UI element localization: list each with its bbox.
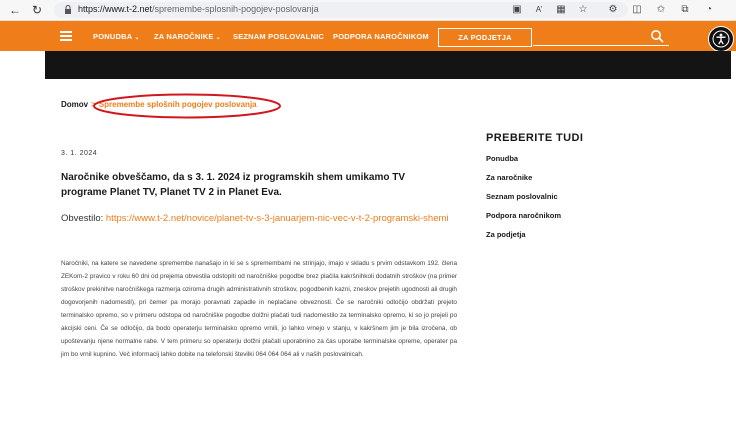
- refresh-icon[interactable]: ↻: [30, 3, 44, 17]
- chevron-down-icon: ⌄: [215, 35, 221, 41]
- nav-za-narocnike[interactable]: ZA NAROČNIKE ⌄: [154, 32, 221, 41]
- sidebar-link-seznam-poslovalnic[interactable]: Seznam poslovalnic: [486, 192, 558, 201]
- lock-icon[interactable]: [64, 5, 72, 14]
- extensions-icon[interactable]: ⚙: [606, 3, 620, 17]
- read-aloud-icon[interactable]: A’: [532, 3, 546, 17]
- notice-label: Obvestilo:: [61, 213, 104, 224]
- post-date: 3. 1. 2024: [61, 150, 98, 157]
- nav-podpora-narocnikom[interactable]: PODPORA NAROČNIKOM: [333, 32, 429, 41]
- article-title: Naročnike obveščamo, da s 3. 1. 2024 iz …: [61, 172, 406, 198]
- sidebar-link-ponudba[interactable]: Ponudba: [486, 154, 518, 163]
- nav-ponudba[interactable]: PONUDBA ⌄: [93, 32, 140, 41]
- chevron-down-icon: ⌄: [134, 35, 140, 41]
- za-podjetja-button[interactable]: ZA PODJETJA: [438, 28, 532, 47]
- site-permissions-icon[interactable]: ▣: [510, 3, 524, 17]
- favorite-star-icon[interactable]: ☆: [576, 3, 590, 17]
- hamburger-menu-icon[interactable]: [60, 31, 72, 41]
- split-screen-icon[interactable]: ◫: [630, 3, 644, 17]
- site-header: PONUDBA ⌄ ZA NAROČNIKE ⌄ SEZNAM POSLOVALNI…: [0, 21, 736, 51]
- search-icon[interactable]: [650, 29, 664, 43]
- highlight-ellipse: [93, 93, 281, 119]
- sidebar-link-podpora-narocnikom[interactable]: Podpora naročnikom: [486, 211, 561, 220]
- sidebar-title: PREBERITE TUDI: [486, 132, 584, 144]
- breadcrumb-home[interactable]: Domov: [61, 100, 88, 109]
- profile-icon[interactable]: ◔: [702, 3, 716, 17]
- article-body: Naročniki, na katere se navedene spremem…: [61, 260, 457, 359]
- notice-link[interactable]: https://www.t-2.net/novice/planet-tv-s-3…: [106, 213, 449, 224]
- favorites-icon[interactable]: ✩: [654, 3, 668, 17]
- collections-icon[interactable]: ⧉: [678, 3, 692, 17]
- accessibility-icon[interactable]: [708, 26, 734, 52]
- notice-paragraph: Obvestilo: https://www.t-2.net/novice/pl…: [61, 211, 451, 226]
- search-input[interactable]: [533, 45, 669, 46]
- hero-banner: [45, 51, 731, 79]
- back-icon[interactable]: ←: [8, 3, 22, 17]
- apps-icon[interactable]: ▦: [554, 3, 568, 17]
- url-text[interactable]: https://www.t-2.net/spremembe-splosnih-p…: [78, 4, 319, 14]
- nav-seznam-poslovalnic[interactable]: SEZNAM POSLOVALNIC: [233, 32, 324, 41]
- sidebar-link-za-narocnike[interactable]: Za naročnike: [486, 173, 532, 182]
- sidebar-link-za-podjetja[interactable]: Za podjetja: [486, 230, 526, 239]
- browser-toolbar: ← ↻ https://www.t-2.net/spremembe-splosn…: [0, 0, 736, 21]
